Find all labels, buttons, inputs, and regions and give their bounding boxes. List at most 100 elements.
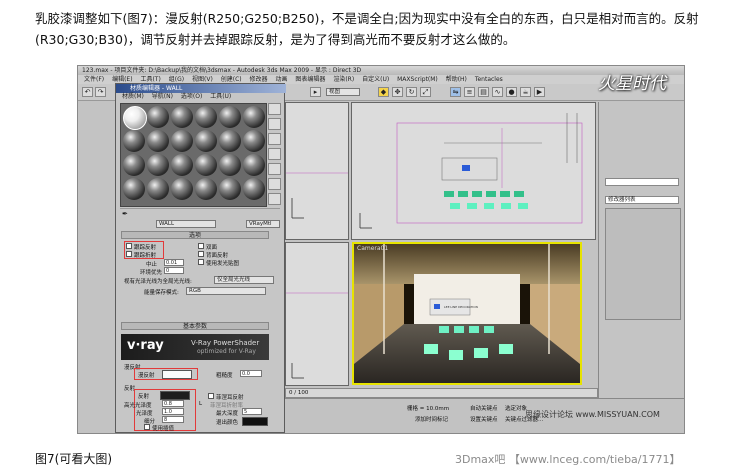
material-slot[interactable] [147,178,169,200]
mat-menu-utilities[interactable]: 工具(U) [210,93,231,100]
mat-menu-navigation[interactable]: 导航(N) [152,93,173,100]
material-slot[interactable] [123,178,145,200]
material-slot[interactable] [195,130,217,152]
reference-coord-dropdown[interactable]: 视图 [326,88,360,96]
exit-color-swatch[interactable] [242,417,268,426]
mirror-icon[interactable]: ⇋ [450,87,461,97]
material-slot[interactable] [219,106,241,128]
menu-views[interactable]: 视图(V) [192,76,213,83]
subdivs-input[interactable]: 8 [162,416,184,423]
menu-tools[interactable]: 工具(T) [140,76,160,83]
material-slot[interactable] [219,154,241,176]
menu-file[interactable]: 文件(F) [84,76,104,83]
material-slot[interactable] [123,154,145,176]
basic-params-rollout[interactable]: 基本参数 [121,322,269,330]
material-editor-icon[interactable]: ● [506,87,517,97]
use-irradiance-checkbox[interactable] [198,259,204,265]
scale-icon[interactable]: ⤢ [420,87,431,97]
select-by-material-icon[interactable] [268,193,281,205]
options-rollout[interactable]: 选项 [121,231,269,239]
menu-edit[interactable]: 编辑(E) [112,76,132,83]
snap-icon[interactable]: ◆ [378,87,389,97]
move-icon[interactable]: ✥ [392,87,403,97]
material-slot[interactable] [219,130,241,152]
reflect-backside-checkbox[interactable] [198,251,204,257]
redo-icon[interactable]: ↷ [95,87,106,97]
uv-tiling-icon[interactable] [268,148,281,160]
material-slot[interactable] [147,154,169,176]
time-slider[interactable]: 0 / 100 [285,388,598,398]
menu-tentacles[interactable]: Tentacles [475,76,503,83]
menu-help[interactable]: 帮助(H) [446,76,467,83]
camera-render-viewport[interactable]: LEE LINE DECORATION Camera01 [352,242,582,385]
modifier-list-dropdown[interactable]: 修改器列表 [605,196,679,204]
material-slot[interactable] [243,106,265,128]
set-key-button[interactable]: 设置关键点 [470,415,498,423]
max-depth-input[interactable]: 5 [242,408,262,415]
double-sided-checkbox[interactable] [198,243,204,249]
cutoff-input[interactable]: 0.01 [164,259,184,266]
layer-icon[interactable]: ▤ [478,87,489,97]
material-slot[interactable] [171,130,193,152]
material-slot[interactable] [195,178,217,200]
object-name-field[interactable] [605,178,679,186]
lock-button[interactable]: L [199,401,202,407]
selected-dropdown[interactable]: 选定对象 [505,404,527,412]
material-name-field[interactable]: WALL [156,220,216,228]
material-type-button[interactable]: VRayMtl [246,220,280,228]
mat-menu-material[interactable]: 材质(M) [122,93,144,100]
menu-animation[interactable]: 动画 [275,76,287,83]
trace-reflections-checkbox[interactable] [126,243,132,249]
add-time-tag[interactable]: 添加时间标记 [415,415,448,423]
diffuse-color-swatch[interactable] [162,370,192,379]
roughness-input[interactable]: 0.0 [240,370,262,377]
material-slot[interactable] [147,106,169,128]
viewport-left[interactable] [285,242,349,386]
undo-icon[interactable]: ↶ [82,87,93,97]
material-slot[interactable] [171,106,193,128]
material-slot[interactable] [171,178,193,200]
env-priority-input[interactable]: 0 [164,267,184,274]
material-slot[interactable] [195,106,217,128]
trace-refractions-checkbox[interactable] [126,251,132,257]
menu-customize[interactable]: 自定义(U) [362,76,389,83]
menu-modifiers[interactable]: 修改器 [250,76,268,83]
background-icon[interactable] [268,133,281,145]
fresnel-checkbox[interactable] [208,393,214,399]
curve-editor-icon[interactable]: ∿ [492,87,503,97]
options-icon[interactable] [268,178,281,190]
energy-mode-dropdown[interactable]: RGB [186,287,266,295]
auto-key-button[interactable]: 自动关键点 [470,404,498,412]
material-slot[interactable] [171,154,193,176]
material-slot[interactable] [147,130,169,152]
hilight-gloss-input[interactable]: 0.8 [162,400,184,407]
use-interp-checkbox[interactable] [144,424,150,430]
render-icon[interactable]: ▶ [534,87,545,97]
menu-create[interactable]: 创建(C) [221,76,242,83]
material-slot[interactable] [243,154,265,176]
menu-rendering[interactable]: 渲染(R) [333,76,354,83]
camera-viewport-label[interactable]: Camera01 [357,245,388,252]
menu-group[interactable]: 组(G) [169,76,184,83]
refl-gloss-input[interactable]: 1.0 [162,408,184,415]
sample-type-icon[interactable] [268,103,281,115]
material-slot[interactable] [243,178,265,200]
pick-material-icon[interactable]: ✒ [122,210,128,218]
render-setup-icon[interactable]: ☕ [520,87,531,97]
align-icon[interactable]: ≡ [464,87,475,97]
viewport-top-left[interactable] [285,102,349,240]
rotate-icon[interactable]: ↻ [406,87,417,97]
modifier-stack[interactable] [605,208,681,320]
material-slot[interactable] [195,154,217,176]
video-check-icon[interactable] [268,163,281,175]
menu-maxscript[interactable]: MAXScript(M) [397,76,438,83]
backlight-icon[interactable] [268,118,281,130]
material-slot[interactable] [123,130,145,152]
material-slot[interactable] [219,178,241,200]
treat-glossy-dropdown[interactable]: 仅全局光光线 [214,276,274,284]
reflection-color-swatch[interactable] [160,391,190,400]
material-slot[interactable] [243,130,265,152]
menu-graph-editors[interactable]: 图表编辑器 [295,76,325,83]
viewport-front[interactable] [351,102,596,240]
select-icon[interactable]: ▸ [310,87,321,97]
